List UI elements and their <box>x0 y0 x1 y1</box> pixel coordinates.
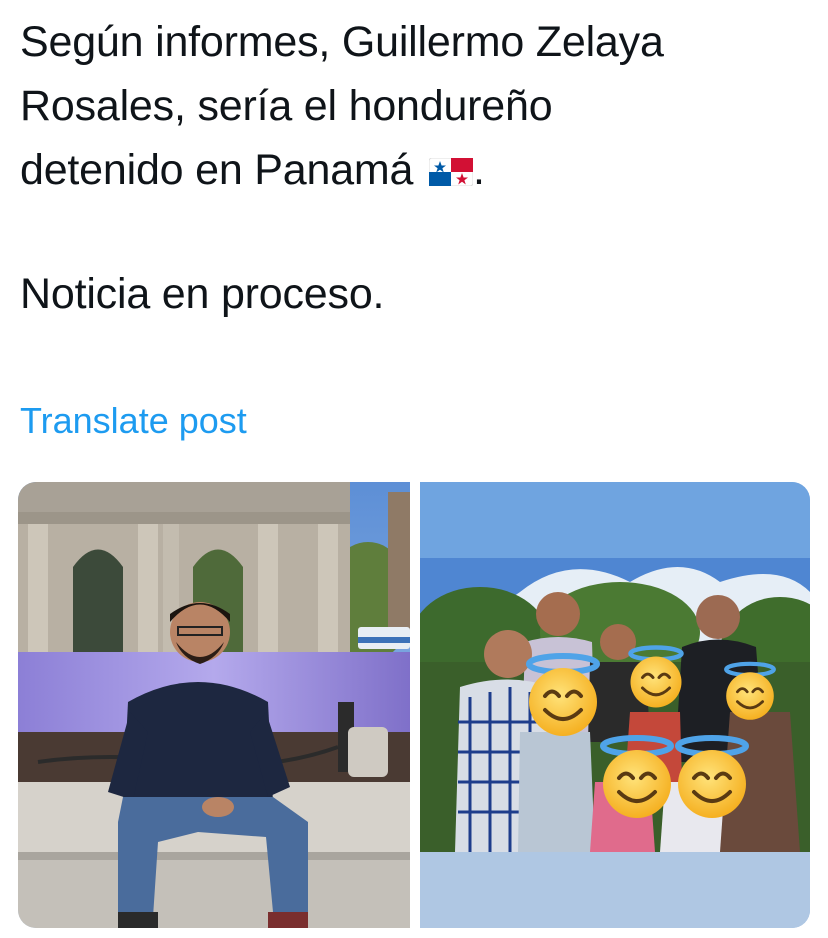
photo-right[interactable] <box>420 482 810 928</box>
tweet-line-1: Según informes, Guillermo Zelaya <box>20 18 664 66</box>
tweet-text: Según informes, Guillermo Zelaya Rosales… <box>20 10 810 326</box>
tweet-line-3: detenido en Panamá . <box>20 138 810 202</box>
tweet-line-2: Rosales, sería el hondureño <box>20 82 553 130</box>
tweet-line-3-suffix: . <box>473 146 485 194</box>
tweet-line-4: Noticia en proceso. <box>20 270 385 318</box>
panama-flag-icon <box>429 158 474 186</box>
translate-post-link[interactable]: Translate post <box>20 400 247 442</box>
media-grid <box>18 482 810 928</box>
man-seated-monument-icon <box>18 482 410 928</box>
smiling-halo-emoji-icon <box>420 482 810 928</box>
photo-left[interactable] <box>18 482 410 928</box>
tweet-line-3-text: detenido en Panamá <box>20 146 414 194</box>
